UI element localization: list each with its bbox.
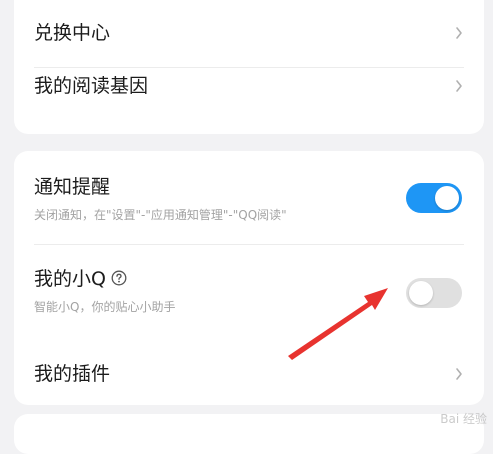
setting-title: 通知提醒 [34, 176, 111, 198]
menu-item-redeem-center[interactable]: 兑换中心 [14, 0, 484, 67]
chevron-right-icon [456, 368, 462, 380]
menu-item-label: 我的插件 [34, 363, 111, 385]
menu-item-plugins[interactable]: 我的插件 [14, 337, 484, 405]
xiaoq-toggle[interactable] [406, 278, 462, 308]
next-card [14, 414, 484, 454]
menu-item-label: 兑换中心 [34, 22, 111, 44]
toggle-knob [435, 186, 459, 210]
notification-toggle[interactable] [406, 183, 462, 213]
chevron-right-icon [456, 80, 462, 92]
setting-title: 我的小Q [34, 268, 106, 290]
chevron-right-icon [456, 27, 462, 39]
setting-row-notification: 通知提醒 关闭通知，在"设置"-"应用通知管理"-"QQ阅读" [14, 151, 484, 244]
setting-subtitle: 智能小Q，你的贴心小助手 [34, 300, 176, 314]
watermark-logo: Bai 经验 [440, 412, 487, 426]
menu-item-label: 我的阅读基因 [34, 75, 149, 97]
settings-card: 通知提醒 关闭通知，在"设置"-"应用通知管理"-"QQ阅读" 我的小Q 智能小… [14, 151, 484, 405]
setting-title-wrap: 我的小Q [34, 268, 127, 290]
toggle-knob [409, 281, 433, 305]
menu-card-top: 兑换中心 我的阅读基因 [14, 0, 484, 134]
setting-subtitle: 关闭通知，在"设置"-"应用通知管理"-"QQ阅读" [34, 208, 287, 222]
question-circle-icon[interactable] [111, 270, 127, 286]
setting-row-xiaoq: 我的小Q 智能小Q，你的贴心小助手 [14, 245, 484, 337]
menu-item-reading-gene[interactable]: 我的阅读基因 [14, 68, 484, 134]
